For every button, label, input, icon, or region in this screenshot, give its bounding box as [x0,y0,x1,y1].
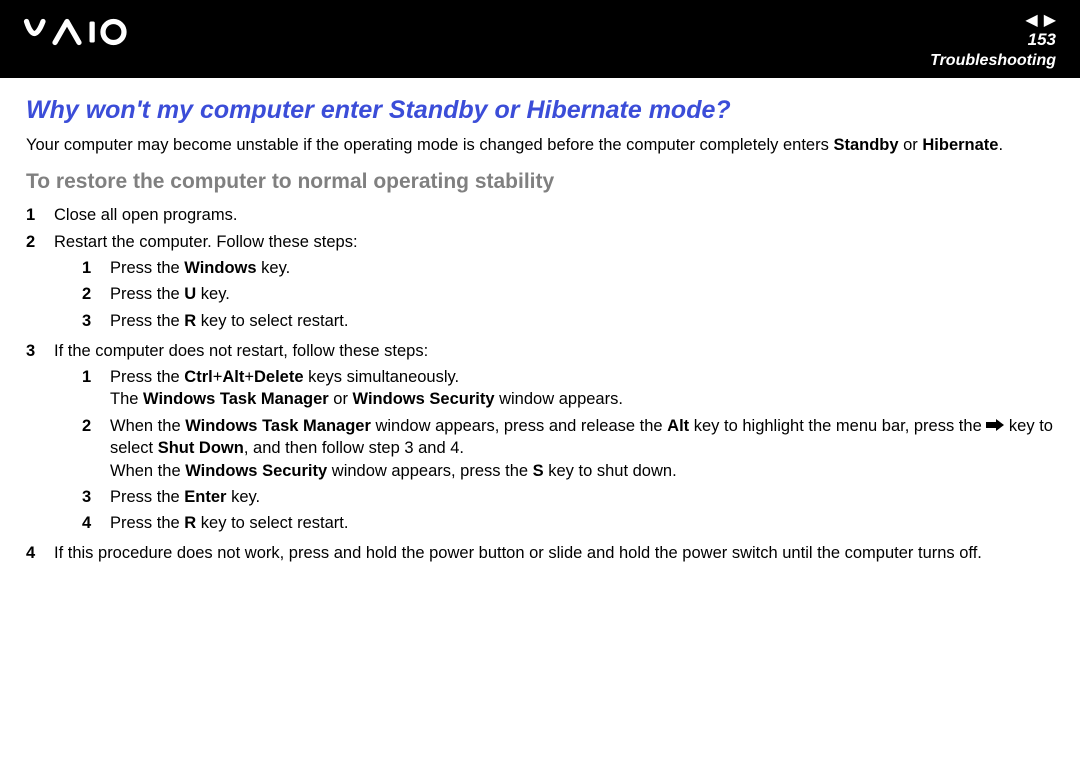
step-2-2: 2Press the U key. [54,283,1054,305]
key-ctrl: Ctrl [184,368,212,386]
step-num: 2 [26,231,54,336]
t: key to shut down. [544,462,677,480]
t: key to select restart. [196,312,348,330]
t: key. [226,488,260,506]
step-3-1: 1 Press the Ctrl+Alt+Delete keys simulta… [54,366,1054,411]
sub-list-3: 1 Press the Ctrl+Alt+Delete keys simulta… [54,366,1054,534]
content-area: Why won't my computer enter Standby or H… [0,78,1080,565]
t: or [329,390,353,408]
b: Shut Down [158,439,244,457]
key-r: R [184,514,196,532]
step-num: 3 [26,340,54,539]
step-text: When the Windows Task Manager window app… [110,415,1054,482]
step-text: Close all open programs. [54,204,1054,226]
step-num: 1 [26,204,54,226]
step-4: 4 If this procedure does not work, press… [26,542,1054,564]
b: Windows Task Manager [185,417,371,435]
t: Press the [110,259,184,277]
step-num: 3 [82,486,110,508]
step-text: Press the R key to select restart. [110,512,1054,534]
key-alt: Alt [667,417,689,435]
step-2-1: 1Press the Windows key. [54,257,1054,279]
t: keys simultaneously. [304,368,460,386]
key-r: R [184,312,196,330]
b: Windows Security [185,462,327,480]
nav-arrows: ◀ ▶ [1025,10,1056,30]
t: + [213,368,223,386]
t: Press the [110,285,184,303]
nav-next-icon[interactable]: ▶ [1044,10,1056,30]
step-num: 2 [82,415,110,482]
page-number: 153 [1028,30,1056,50]
t: When the [110,462,185,480]
step-text: If this procedure does not work, press a… [54,542,1054,564]
t: window appears. [495,390,623,408]
step-1: 1 Close all open programs. [26,204,1054,226]
t: + [244,368,254,386]
header-bar: ◀ ▶ 153 Troubleshooting [0,0,1080,78]
step-2-text: Restart the computer. Follow these steps… [54,233,358,251]
t: The [110,390,143,408]
key-delete: Delete [254,368,304,386]
section-label: Troubleshooting [930,52,1056,70]
step-text: Press the Enter key. [110,486,1054,508]
key-u: U [184,285,196,303]
key-s: S [533,462,544,480]
step-2: 2 Restart the computer. Follow these ste… [26,231,1054,336]
t: key to highlight the menu bar, press the [689,417,986,435]
b: Windows Security [353,390,495,408]
step-3: 3 If the computer does not restart, foll… [26,340,1054,539]
intro-mid: or [899,136,923,154]
nav-prev-icon[interactable]: ◀ [1025,10,1037,30]
key-alt: Alt [222,368,244,386]
step-num: 2 [82,283,110,305]
step-text: Press the R key to select restart. [110,310,1054,332]
step-3-text: If the computer does not restart, follow… [54,342,428,360]
step-num: 4 [26,542,54,564]
key-windows: Windows [184,259,256,277]
intro-bold-standby: Standby [833,136,898,154]
t: When the [110,417,185,435]
step-num: 4 [82,512,110,534]
step-num: 1 [82,366,110,411]
step-list: 1 Close all open programs. 2 Restart the… [26,204,1054,564]
t: key. [196,285,230,303]
key-enter: Enter [184,488,226,506]
step-text: Restart the computer. Follow these steps… [54,231,1054,336]
step-2-3: 3Press the R key to select restart. [54,310,1054,332]
t: window appears, press the [327,462,532,480]
t: key. [257,259,291,277]
step-text: Press the Ctrl+Alt+Delete keys simultane… [110,366,1054,411]
subheading: To restore the computer to normal operat… [26,170,1054,194]
step-text: Press the Windows key. [110,257,1054,279]
sub-list-2: 1Press the Windows key. 2Press the U key… [54,257,1054,332]
step-num: 3 [82,310,110,332]
b: Windows Task Manager [143,390,329,408]
t: Press the [110,488,184,506]
t: , and then follow step 3 and 4. [244,439,464,457]
step-3-2: 2 When the Windows Task Manager window a… [54,415,1054,482]
step-text: Press the U key. [110,283,1054,305]
t: Press the [110,312,184,330]
step-num: 1 [82,257,110,279]
intro-post: . [998,136,1003,154]
step-3-4: 4Press the R key to select restart. [54,512,1054,534]
t: key to select restart. [196,514,348,532]
intro-pre: Your computer may become unstable if the… [26,136,833,154]
vaio-logo [20,14,180,57]
step-text: If the computer does not restart, follow… [54,340,1054,539]
t: Press the [110,368,184,386]
step-3-3: 3Press the Enter key. [54,486,1054,508]
t: window appears, press and release the [371,417,667,435]
page-title: Why won't my computer enter Standby or H… [26,96,1054,125]
t: Press the [110,514,184,532]
right-arrow-icon [986,415,1004,437]
intro-paragraph: Your computer may become unstable if the… [26,135,1054,156]
intro-bold-hibernate: Hibernate [922,136,998,154]
